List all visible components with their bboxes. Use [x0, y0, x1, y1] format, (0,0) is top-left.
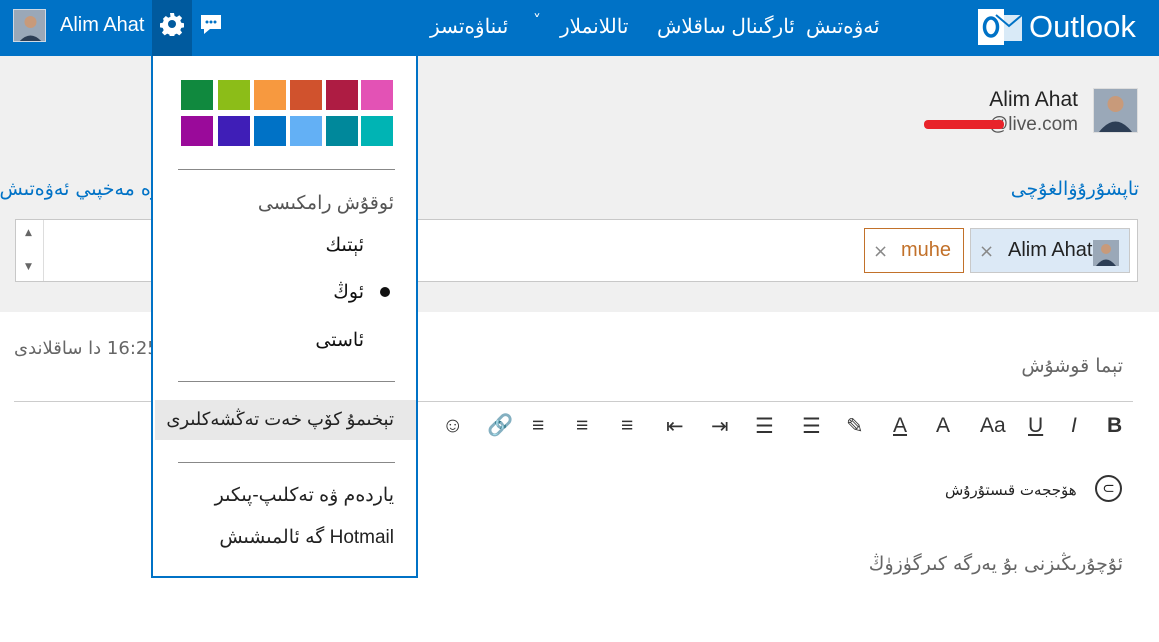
italic-button[interactable]: I — [1071, 414, 1077, 446]
top-bar: Alim Ahat ئىناۋەتسز ˅ تاللانملار ئارگىنا… — [0, 0, 1159, 56]
user-name[interactable]: Alim Ahat — [60, 14, 144, 37]
gear-icon — [160, 13, 184, 36]
theme-color-swatch[interactable] — [290, 116, 322, 146]
theme-color-swatch[interactable] — [361, 80, 393, 110]
pane-option-right[interactable]: ئوڭ — [333, 281, 364, 304]
recipient-name: Alim Ahat — [1008, 239, 1093, 261]
outlook-logo-text: Outlook — [1029, 9, 1136, 44]
align-center-button[interactable]: ≡ — [576, 414, 588, 446]
theme-color-swatch[interactable] — [181, 116, 213, 146]
theme-color-swatch[interactable] — [326, 80, 358, 110]
paperclip-icon[interactable]: ⊂ — [1095, 475, 1122, 502]
link-icon[interactable]: 🔗 — [487, 414, 513, 446]
theme-color-swatch[interactable] — [218, 116, 250, 146]
more-mail-settings[interactable]: تېخىمۇ كۆپ خەت تەڭشەكلىرى — [166, 409, 394, 430]
switch-to-hotmail-link[interactable]: Hotmail گە ئالمىشىش — [219, 526, 394, 549]
menu-divider — [178, 169, 395, 170]
grow-font-button[interactable]: A — [936, 414, 950, 446]
numbered-list-button[interactable]: ☰ — [802, 414, 821, 446]
scrollbar[interactable]: ▲ ▼ — [16, 220, 44, 281]
align-left-button[interactable]: ≡ — [621, 414, 633, 446]
settings-menu: ئوقۇش رامكىسى ئېتىك ئوڭ ئاستى تېخىمۇ كۆپ… — [151, 56, 418, 578]
theme-color-swatch[interactable] — [361, 116, 393, 146]
remove-icon[interactable]: × — [873, 241, 888, 262]
avatar[interactable] — [13, 9, 46, 42]
bold-button[interactable]: B — [1107, 414, 1122, 446]
scroll-down-icon[interactable]: ▼ — [25, 262, 32, 272]
font-size-button[interactable]: Aa — [980, 414, 1006, 446]
menu-divider — [178, 462, 395, 463]
gear-button[interactable] — [152, 0, 192, 56]
theme-color-swatch[interactable] — [326, 116, 358, 146]
subject-input[interactable]: تېما قوشۇش — [1021, 355, 1123, 377]
cc-label[interactable]: ۋە مەخپىي ئەۋەتىش — [0, 178, 160, 200]
recipient-name: muhe — [901, 239, 952, 261]
theme-color-swatch[interactable] — [181, 80, 213, 110]
redaction-mark — [924, 120, 1004, 129]
nav-options[interactable]: تاللانملار — [560, 14, 628, 39]
theme-color-swatch[interactable] — [290, 80, 322, 110]
underline-button[interactable]: U — [1028, 414, 1043, 446]
bullet-list-button[interactable]: ☰ — [755, 414, 774, 446]
emoji-icon[interactable]: ☺ — [442, 414, 463, 446]
message-body[interactable]: ئۇچۇرىڭىزنى بۇ يەرگە كىرگۈزۈڭ — [869, 553, 1123, 575]
selected-bullet-icon — [380, 287, 390, 297]
saved-time: 16:25 دا ساقلاندى — [14, 338, 159, 359]
nav-save-draft[interactable]: ئارگىنال ساقلاش — [657, 14, 795, 39]
profile-name: Alim Ahat — [989, 88, 1078, 111]
to-label[interactable]: تاپشۇرۇۋالغۇچى — [1011, 178, 1139, 200]
highlight-button[interactable]: ✎ — [846, 414, 864, 446]
indent-button[interactable]: ⇥ — [711, 414, 729, 446]
font-color-button[interactable]: A — [893, 414, 907, 446]
theme-color-swatch[interactable] — [254, 80, 286, 110]
attach-file-button[interactable]: ھۆججەت قىستۇرۇش — [945, 481, 1077, 499]
recipient-avatar — [1093, 240, 1119, 266]
help-feedback-link[interactable]: ياردەم ۋە تەكلىپ-پىكىر — [215, 484, 394, 507]
chevron-down-icon[interactable]: ˅ — [533, 11, 541, 30]
reading-pane-header: ئوقۇش رامكىسى — [257, 193, 394, 214]
profile-avatar — [1093, 88, 1138, 133]
outlook-logo[interactable] — [978, 5, 1022, 49]
nav-contacts[interactable]: ئىناۋەتسز — [430, 14, 508, 39]
recipient-chip[interactable]: × muhe — [864, 228, 964, 273]
remove-icon[interactable]: × — [979, 241, 994, 262]
nav-send[interactable]: ئەۋەتىش — [806, 14, 880, 39]
theme-color-swatch[interactable] — [218, 80, 250, 110]
scroll-up-icon[interactable]: ▲ — [25, 228, 32, 238]
chat-icon[interactable] — [199, 13, 225, 41]
align-right-button[interactable]: ≡ — [532, 414, 544, 446]
outdent-button[interactable]: ⇤ — [666, 414, 684, 446]
recipient-chip[interactable]: × Alim Ahat — [970, 228, 1130, 273]
pane-option-off[interactable]: ئېتىك — [325, 234, 364, 257]
menu-divider — [178, 381, 395, 382]
pane-option-bottom[interactable]: ئاستى — [315, 329, 364, 352]
theme-color-swatch[interactable] — [254, 116, 286, 146]
